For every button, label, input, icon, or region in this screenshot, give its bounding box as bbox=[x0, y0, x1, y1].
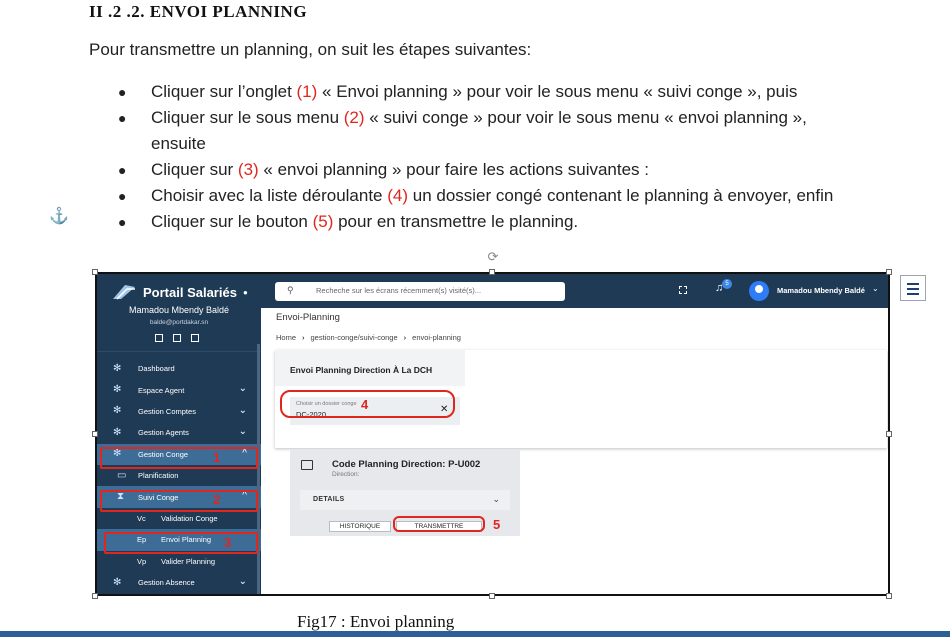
top-user-name[interactable]: Mamadou Mbendy Baldé bbox=[777, 286, 865, 295]
details-label: DETAILS bbox=[313, 496, 345, 503]
intro-paragraph: Pour transmettre un planning, on suit le… bbox=[89, 40, 532, 59]
chevron-down-icon: ⌄ bbox=[238, 383, 247, 395]
search-icon: ⚲ bbox=[287, 285, 294, 295]
gear-icon: ✻ bbox=[113, 362, 122, 374]
card-header: Envoi Planning Direction À La DCH bbox=[275, 350, 465, 386]
resize-handle[interactable] bbox=[886, 269, 892, 275]
folder-icon bbox=[301, 460, 313, 470]
chevron-down-icon: ⌄ bbox=[492, 494, 500, 504]
chevron-down-icon: ⌄ bbox=[238, 404, 247, 416]
rotate-handle-icon[interactable]: ⟳ bbox=[486, 250, 500, 264]
gear-icon: ✻ bbox=[113, 426, 122, 438]
card-title: Envoi Planning Direction À La DCH bbox=[290, 365, 433, 375]
sidebar-scrollbar[interactable] bbox=[257, 344, 260, 594]
resize-handle[interactable] bbox=[886, 593, 892, 599]
resize-handle[interactable] bbox=[886, 431, 892, 437]
annotation-number: 5 bbox=[493, 517, 501, 532]
list-item: ● Choisir avec la liste déroulante (4) un… bbox=[118, 183, 858, 209]
calendar-icon[interactable] bbox=[173, 334, 181, 342]
sidebar-user-email: balde@portdakar.sn bbox=[149, 319, 209, 326]
planning-code: Code Planning Direction: P-U002 bbox=[332, 459, 481, 470]
chevron-right-icon: › bbox=[403, 333, 407, 342]
resize-handle[interactable] bbox=[92, 431, 98, 437]
bullet-icon: ● bbox=[118, 162, 127, 178]
anchor-icon[interactable]: ⚓ bbox=[49, 206, 69, 226]
annotation-number: 3 bbox=[224, 535, 232, 550]
avatar[interactable] bbox=[749, 281, 769, 301]
annotation-number: 4 bbox=[361, 397, 369, 412]
screenshot-figure[interactable]: Portail Salariés ● Mamadou Mbendy Baldé … bbox=[95, 272, 890, 596]
bullet-icon: ● bbox=[118, 188, 127, 204]
sidebar-tools bbox=[155, 334, 199, 342]
gear-icon: ✻ bbox=[113, 384, 122, 396]
bullet-icon: ● bbox=[118, 214, 127, 230]
brand: Portail Salariés ● bbox=[111, 281, 248, 303]
list-item: ● Cliquer sur le sous menu (2) « suivi co… bbox=[118, 105, 858, 157]
steps-list: ● Cliquer sur l’onglet (1) « Envoi planni… bbox=[118, 79, 858, 235]
annotation-number: 2 bbox=[213, 492, 221, 507]
sidebar-item-gestion-absence[interactable]: ✻ Gestion Absence ⌄ bbox=[97, 572, 261, 593]
sidebar-menu: ✻ Dashboard ✻ Espace Agent ⌄ ✻ Gestion Compt… bbox=[97, 358, 261, 593]
logout-icon[interactable] bbox=[191, 334, 199, 342]
resize-handle[interactable] bbox=[92, 269, 98, 275]
section-heading: II .2 .2. ENVOI PLANNING bbox=[89, 2, 308, 21]
divider bbox=[97, 351, 261, 352]
annotation-box-2 bbox=[100, 490, 258, 512]
menu-dot-icon[interactable]: ● bbox=[243, 288, 248, 297]
chevron-down-icon[interactable]: ⌄ bbox=[872, 284, 879, 293]
sidebar-user-name: Mamadou Mbendy Baldé bbox=[128, 305, 230, 315]
list-item: ● Cliquer sur (3) « envoi planning » pour… bbox=[118, 157, 858, 183]
details-expander[interactable]: DETAILS ⌄ bbox=[300, 490, 510, 510]
list-item: ● Cliquer sur l’onglet (1) « Envoi planni… bbox=[118, 79, 858, 105]
fullscreen-icon[interactable] bbox=[679, 286, 687, 294]
main-content: Envoi-Planning Home › gestion-conge/suivi… bbox=[261, 308, 888, 594]
top-bar: ⚲ Recheche sur les écrans récemment(s) v… bbox=[261, 274, 888, 308]
list-item: ● Cliquer sur le bouton (5) pour en trans… bbox=[118, 209, 858, 235]
gear-icon: ✻ bbox=[113, 576, 122, 588]
search-input[interactable]: ⚲ Recheche sur les écrans récemment(s) v… bbox=[275, 282, 565, 301]
bullet-icon: ● bbox=[118, 110, 127, 126]
resize-handle[interactable] bbox=[489, 593, 495, 599]
annotation-number: 1 bbox=[213, 450, 221, 465]
notification-badge: 5 bbox=[722, 279, 732, 289]
sidebar-item-espace-agent[interactable]: ✻ Espace Agent ⌄ bbox=[97, 379, 261, 400]
chevron-right-icon: › bbox=[302, 333, 305, 342]
historique-button[interactable]: HISTORIQUE bbox=[329, 521, 391, 532]
annotation-box-3 bbox=[104, 532, 258, 554]
planning-direction: Direction: bbox=[332, 471, 360, 478]
search-placeholder: Recheche sur les écrans récemment(s) vis… bbox=[316, 286, 482, 295]
document-icon[interactable] bbox=[155, 334, 163, 342]
resize-handle[interactable] bbox=[489, 269, 495, 275]
breadcrumb: Home › gestion-conge/suivi-conge › envoi-p… bbox=[276, 333, 461, 342]
annotation-box-5 bbox=[393, 516, 485, 532]
breadcrumb-suivi-conge[interactable]: gestion-conge/suivi-conge bbox=[311, 333, 398, 342]
annotation-box-1 bbox=[100, 447, 258, 469]
gear-icon: ✻ bbox=[113, 405, 122, 417]
breadcrumb-envoi-planning[interactable]: envoi-planning bbox=[412, 333, 461, 342]
page-title: Envoi-Planning bbox=[276, 312, 340, 323]
layout-options-icon[interactable] bbox=[900, 275, 926, 301]
logo-icon bbox=[111, 283, 137, 301]
calendar-icon: ▭ bbox=[117, 469, 127, 481]
sidebar-item-gestion-comptes[interactable]: ✻ Gestion Comptes ⌄ bbox=[97, 401, 261, 422]
chevron-down-icon: ⌄ bbox=[238, 426, 247, 438]
sidebar-item-gestion-agents[interactable]: ✻ Gestion Agents ⌄ bbox=[97, 422, 261, 443]
figure-caption: Fig17 : Envoi planning bbox=[297, 612, 455, 631]
bullet-icon: ● bbox=[118, 84, 127, 100]
breadcrumb-home[interactable]: Home bbox=[276, 333, 296, 342]
sidebar-item-dashboard[interactable]: ✻ Dashboard bbox=[97, 358, 261, 379]
status-bar bbox=[0, 631, 950, 637]
brand-name: Portail Salariés bbox=[143, 284, 237, 300]
resize-handle[interactable] bbox=[92, 593, 98, 599]
chevron-down-icon: ⌄ bbox=[238, 575, 247, 587]
